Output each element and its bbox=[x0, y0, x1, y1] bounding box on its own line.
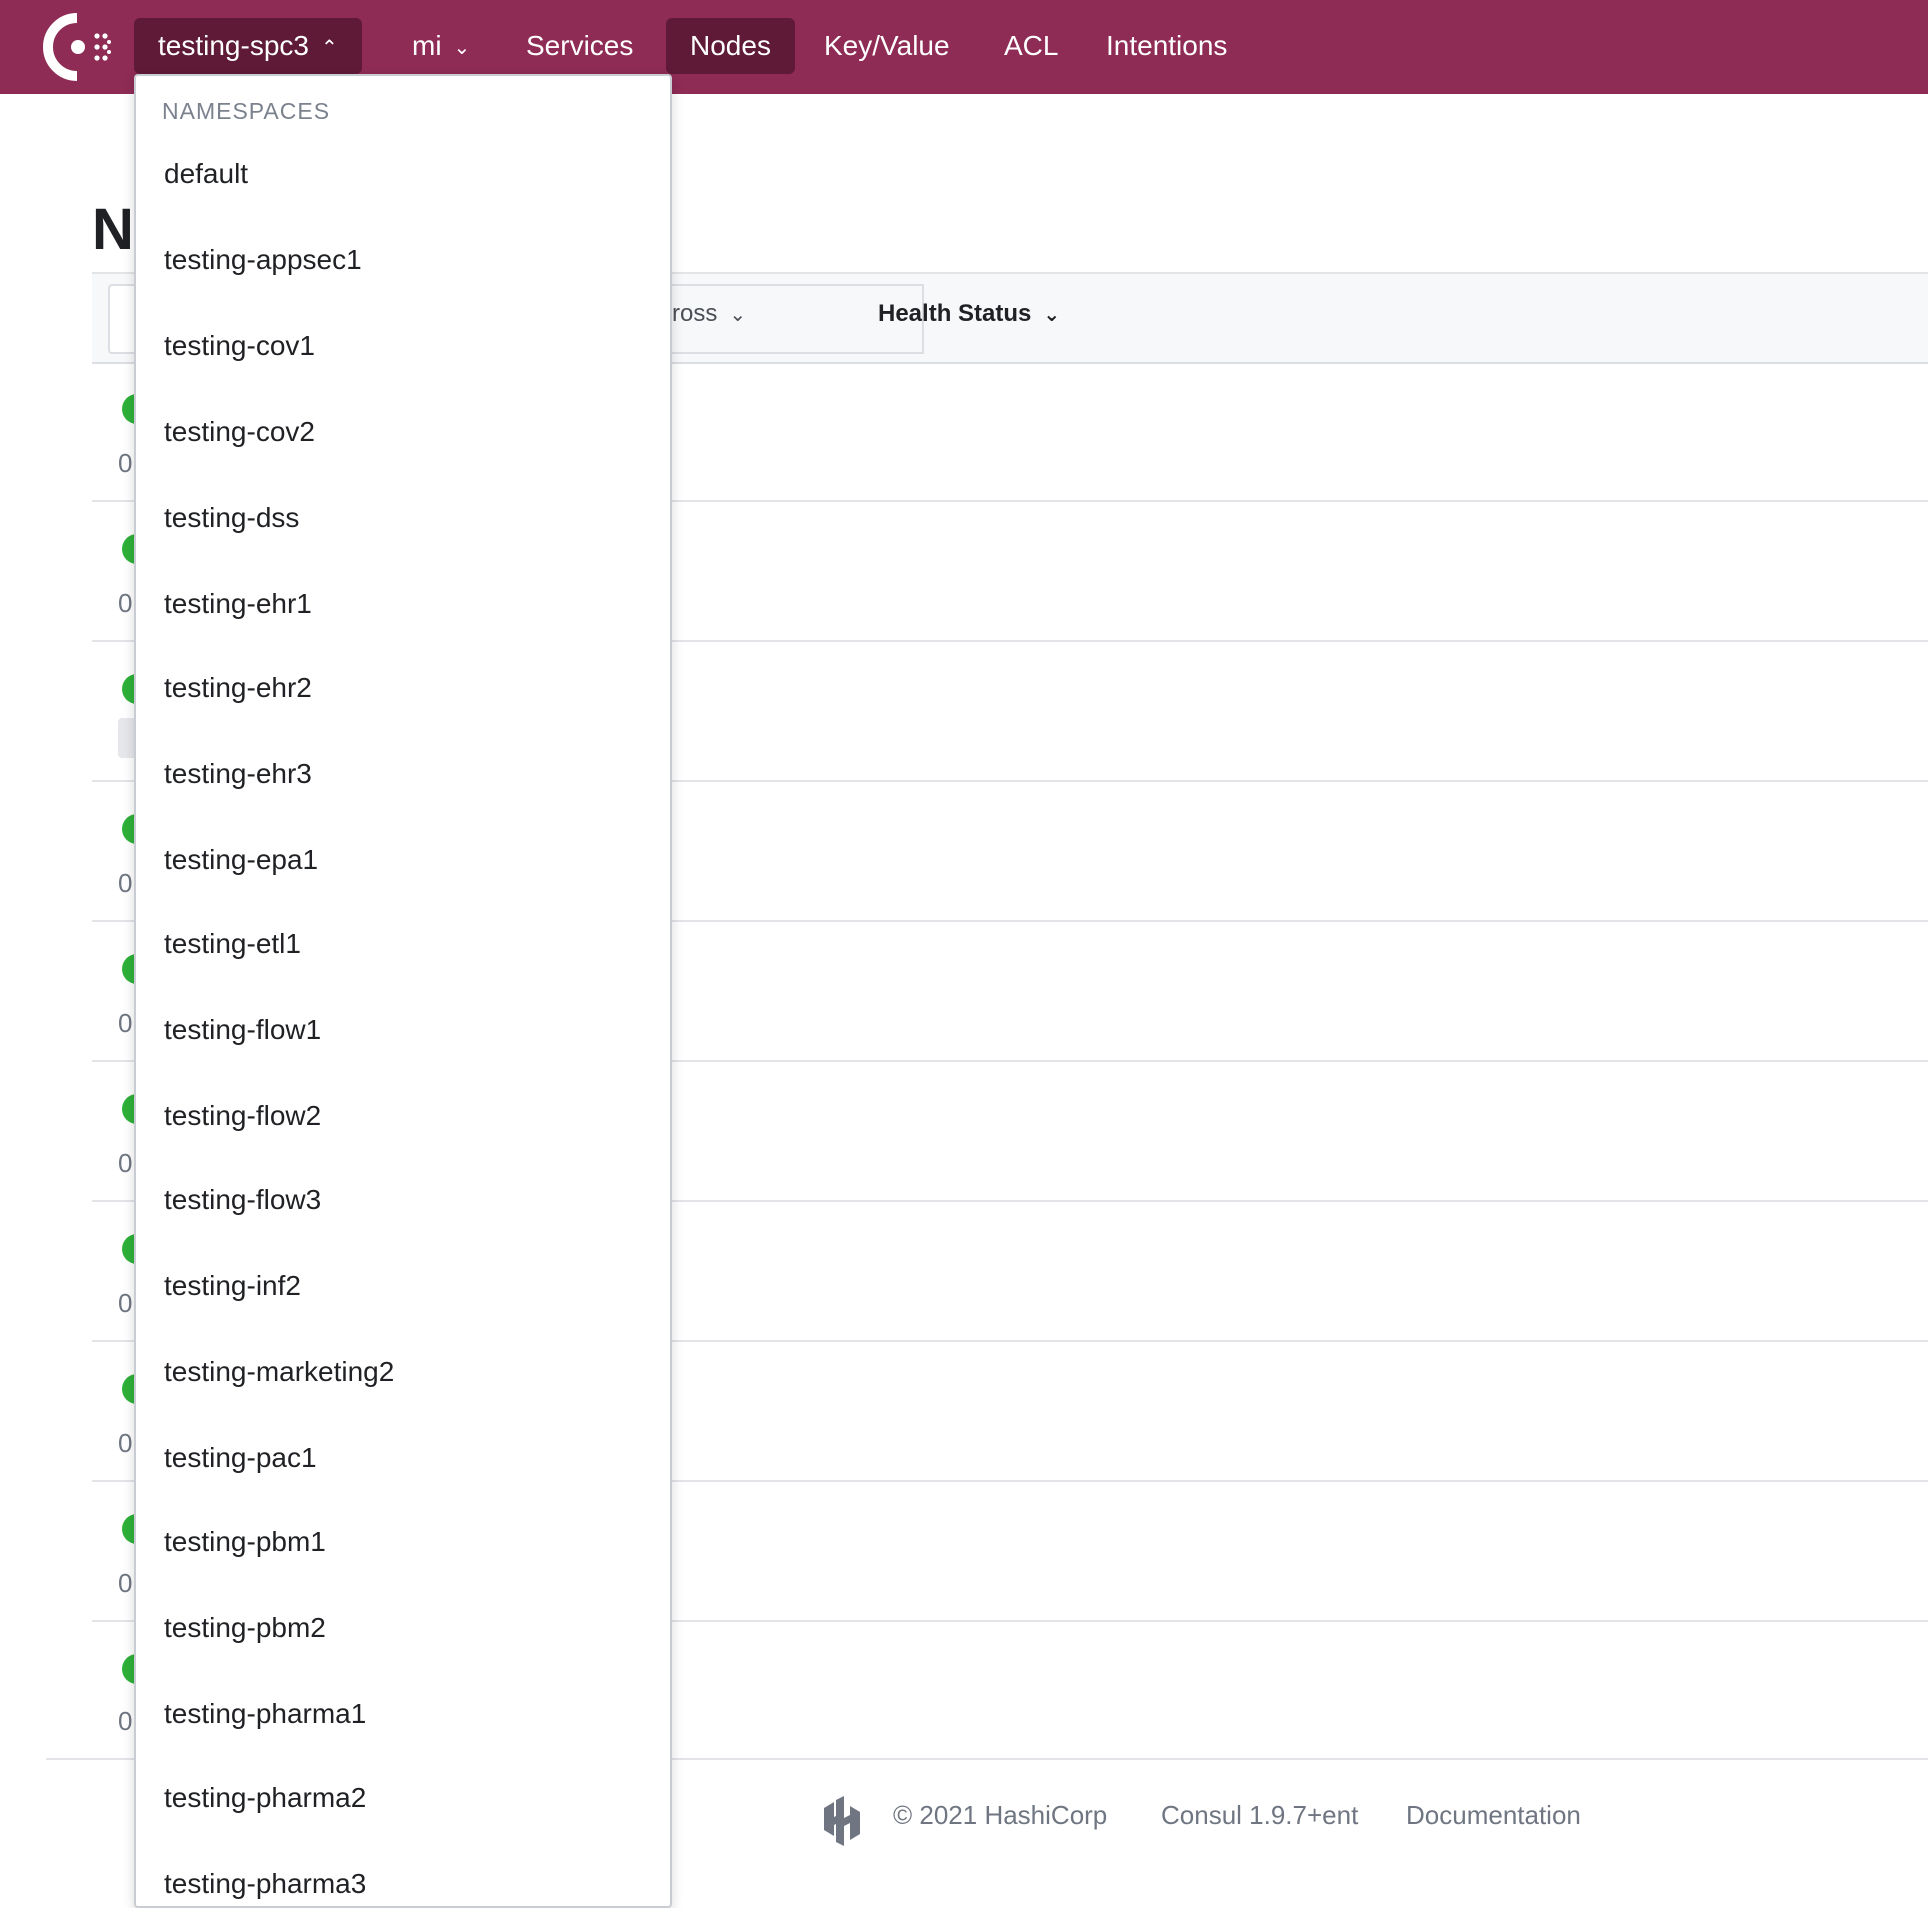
menu-item-namespace[interactable]: testing-inf2 bbox=[164, 1270, 301, 1302]
health-status-label: Health Status bbox=[878, 300, 1032, 327]
datacenter-selector[interactable]: testing-spc3 ⌃ bbox=[134, 18, 362, 74]
namespace-label: mi bbox=[412, 30, 442, 61]
chevron-up-icon: ⌃ bbox=[320, 36, 338, 59]
nav-services[interactable]: Services bbox=[502, 18, 657, 74]
nav-nodes[interactable]: Nodes bbox=[666, 18, 795, 74]
namespace-dropdown-menu: NAMESPACES default testing-appsec1 testi… bbox=[134, 74, 672, 1908]
namespace-selector[interactable]: mi ⌄ bbox=[388, 18, 494, 74]
menu-item-namespace[interactable]: testing-ehr1 bbox=[164, 588, 312, 620]
search-across-label: cross ⌄ bbox=[660, 300, 747, 327]
list-item-meta: 0 bbox=[118, 1288, 133, 1318]
health-status-filter[interactable]: Health Status ⌄ bbox=[878, 300, 1060, 328]
nav-intentions[interactable]: Intentions bbox=[1082, 18, 1251, 74]
menu-item-namespace[interactable]: default bbox=[164, 158, 248, 190]
list-item-meta: 0 bbox=[118, 868, 133, 898]
list-item-meta: 0 bbox=[118, 1568, 133, 1598]
menu-item-namespace[interactable]: testing-etl1 bbox=[164, 928, 301, 960]
menu-item-namespace[interactable]: testing-flow1 bbox=[164, 1014, 321, 1046]
menu-item-namespace[interactable]: testing-appsec1 bbox=[164, 244, 362, 276]
menu-item-namespace[interactable]: testing-flow2 bbox=[164, 1100, 321, 1132]
menu-item-namespace[interactable]: testing-dss bbox=[164, 502, 299, 534]
nav-key-value[interactable]: Key/Value bbox=[800, 18, 974, 74]
menu-item-namespace[interactable]: testing-marketing2 bbox=[164, 1356, 394, 1388]
menu-item-namespace[interactable]: testing-ehr2 bbox=[164, 672, 312, 704]
list-item-meta: 0 bbox=[118, 1148, 133, 1178]
menu-item-namespace[interactable]: testing-epa1 bbox=[164, 844, 318, 876]
datacenter-label: testing-spc3 bbox=[158, 30, 309, 61]
menu-item-namespace[interactable]: testing-ehr3 bbox=[164, 758, 312, 790]
menu-item-namespace[interactable]: testing-pharma3 bbox=[164, 1868, 366, 1900]
hashicorp-logo-icon bbox=[824, 1796, 860, 1846]
menu-item-namespace[interactable]: testing-pbm2 bbox=[164, 1612, 326, 1644]
list-item-meta: 0 bbox=[118, 1706, 133, 1736]
menu-item-namespace[interactable]: testing-pharma2 bbox=[164, 1782, 366, 1814]
page-title: N bbox=[92, 197, 134, 262]
list-item-meta: 0 bbox=[118, 1428, 133, 1458]
footer-copyright: © 2021 HashiCorp bbox=[893, 1800, 1108, 1830]
menu-item-namespace[interactable]: testing-pharma1 bbox=[164, 1698, 366, 1730]
dropdown-header: NAMESPACES bbox=[162, 98, 331, 124]
menu-item-namespace[interactable]: testing-flow3 bbox=[164, 1184, 321, 1216]
footer-version: Consul 1.9.7+ent bbox=[1161, 1800, 1359, 1830]
list-item-meta: 0 bbox=[118, 448, 133, 478]
nav-acl[interactable]: ACL bbox=[980, 18, 1082, 74]
chevron-down-icon: ⌄ bbox=[729, 304, 747, 327]
menu-item-namespace[interactable]: testing-cov1 bbox=[164, 330, 315, 362]
chevron-down-icon: ⌄ bbox=[453, 36, 471, 59]
menu-item-namespace[interactable]: testing-pac1 bbox=[164, 1442, 317, 1474]
list-item-meta: 0 bbox=[118, 1008, 133, 1038]
list-item-meta: 0 bbox=[118, 588, 133, 618]
footer-documentation-link[interactable]: Documentation bbox=[1406, 1800, 1581, 1831]
menu-item-namespace[interactable]: testing-cov2 bbox=[164, 416, 315, 448]
menu-item-namespace[interactable]: testing-pbm1 bbox=[164, 1526, 326, 1558]
chevron-down-icon: ⌄ bbox=[1043, 304, 1061, 327]
consul-logo-icon[interactable] bbox=[42, 12, 114, 82]
